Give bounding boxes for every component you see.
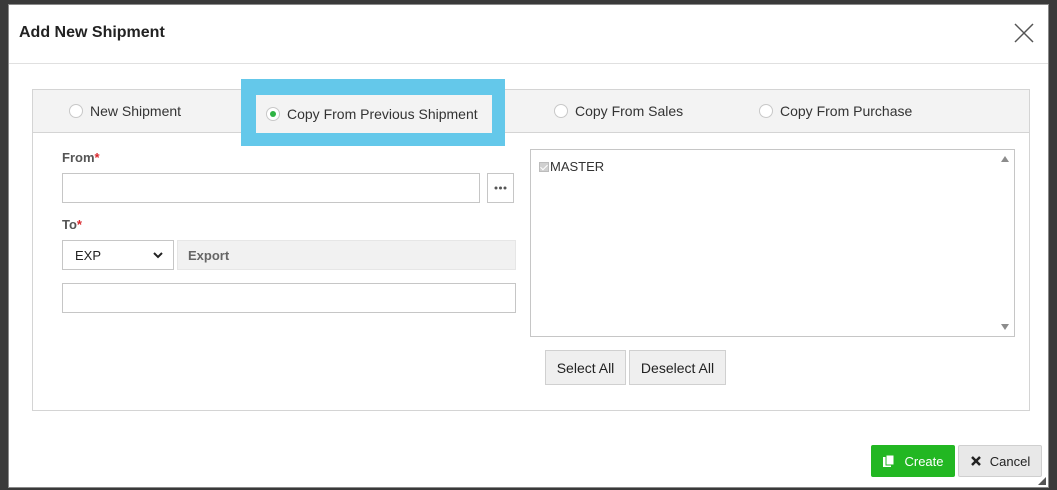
scroll-down-icon[interactable]: [1001, 324, 1009, 330]
scroll-up-icon[interactable]: [1001, 156, 1009, 162]
from-label: From*: [62, 150, 100, 165]
more-dots-icon: [494, 186, 507, 190]
to-code-value: EXP: [75, 247, 102, 263]
dialog-header: Add New Shipment: [9, 5, 1048, 64]
deselect-all-button[interactable]: Deselect All: [629, 350, 726, 385]
cancel-label: Cancel: [989, 453, 1031, 469]
tab-copy-from-previous-shipment-label: Copy From Previous Shipment: [287, 106, 478, 122]
to-name-field: Export: [177, 240, 516, 270]
dialog-title: Add New Shipment: [19, 24, 165, 41]
checkbox-master[interactable]: [539, 161, 549, 172]
tab-new-shipment[interactable]: New Shipment: [69, 90, 181, 132]
tab-copy-from-sales-label: Copy From Sales: [575, 103, 684, 119]
tab-copy-from-sales[interactable]: Copy From Sales: [554, 90, 683, 132]
chevron-down-icon: [153, 252, 163, 259]
from-label-text: From: [62, 150, 95, 165]
tab-new-shipment-label: New Shipment: [90, 103, 182, 119]
source-tabbar: New Shipment Copy From Sales Copy From P…: [33, 90, 1029, 133]
select-all-button[interactable]: Select All: [545, 350, 626, 385]
close-icon: [970, 456, 981, 466]
radio-copy-from-purchase[interactable]: [759, 104, 773, 118]
radio-copy-from-previous-shipment[interactable]: [266, 107, 280, 121]
create-label: Create: [904, 453, 944, 469]
tab-copy-from-previous-shipment[interactable]: Copy From Previous Shipment: [256, 95, 492, 133]
resize-grip-icon[interactable]: [1038, 477, 1046, 485]
list-item[interactable]: MASTER: [539, 159, 604, 174]
radio-new-shipment[interactable]: [69, 104, 83, 118]
shipment-listbox[interactable]: MASTER: [530, 149, 1015, 337]
to-label: To*: [62, 217, 82, 232]
copy-icon: [883, 454, 895, 467]
browse-button[interactable]: [487, 173, 514, 203]
cancel-button[interactable]: Cancel: [958, 445, 1042, 477]
from-input[interactable]: [62, 173, 480, 203]
add-shipment-dialog: Add New Shipment New Shipment Copy From …: [8, 4, 1049, 488]
required-mark: *: [76, 217, 82, 232]
close-icon[interactable]: [1012, 21, 1036, 45]
tab-copy-from-purchase[interactable]: Copy From Purchase: [759, 90, 912, 132]
radio-copy-from-sales[interactable]: [554, 104, 568, 118]
tab-copy-from-purchase-label: Copy From Purchase: [780, 103, 913, 119]
list-item-label: MASTER: [550, 159, 605, 174]
to-code-select[interactable]: EXP: [62, 240, 174, 270]
to-label-text: To: [62, 217, 77, 232]
required-mark: *: [94, 150, 100, 165]
create-button[interactable]: Create: [871, 445, 955, 477]
to-extra-input[interactable]: [62, 283, 516, 313]
